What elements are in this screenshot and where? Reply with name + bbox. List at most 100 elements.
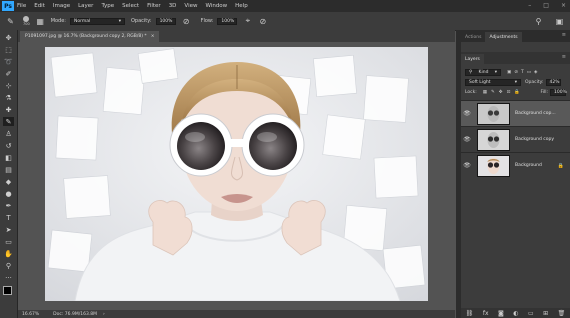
lock-icon[interactable]: 🔒 xyxy=(558,163,564,169)
menu-bar: Ps File Edit Image Layer Type Select Fil… xyxy=(0,0,570,12)
filter-type-icons[interactable]: ▣⊘T▭◈ xyxy=(507,70,540,75)
document-canvas[interactable] xyxy=(45,47,428,301)
type-tool-icon[interactable]: T xyxy=(3,213,14,222)
window-controls: – □ × xyxy=(528,2,566,9)
lock-row: Lock: ▦✎✥⊡🔒 Fill: 100% xyxy=(461,87,570,97)
layer-opacity-label: Opacity: xyxy=(525,79,544,85)
menu-type[interactable]: Type xyxy=(101,3,114,9)
layer-style-icon[interactable]: fx xyxy=(483,310,489,317)
layer-row-background[interactable]: 👁 Background 🔒 xyxy=(461,152,570,178)
layer-row-background-copy-2[interactable]: 👁 Background cop... xyxy=(461,100,570,126)
link-layers-icon[interactable]: ⛓ xyxy=(466,310,474,317)
tab-layers[interactable]: Layers xyxy=(461,54,484,64)
layer-thumbnail xyxy=(477,154,510,177)
layer-opacity-field[interactable]: 42% xyxy=(545,78,561,86)
top-panel-tabs: Actions Adjustments ≡ xyxy=(461,30,570,42)
opacity-field[interactable]: 100% xyxy=(155,17,176,25)
mode-label: Mode: xyxy=(50,18,66,24)
eye-icon[interactable]: 👁 xyxy=(461,136,473,143)
menu-edit[interactable]: Edit xyxy=(34,3,45,9)
blend-row: Soft Light ▾ Opacity: 42% xyxy=(461,77,570,87)
menu-file[interactable]: File xyxy=(17,3,26,9)
hand-tool-icon[interactable]: ✋ xyxy=(3,249,14,258)
mode-select[interactable]: Normal ▾ xyxy=(70,17,125,25)
zoom-tool-icon[interactable]: ⚲ xyxy=(3,261,14,270)
quick-select-tool-icon[interactable]: ✐ xyxy=(3,69,14,78)
menu-select[interactable]: Select xyxy=(122,3,139,9)
color-swatches[interactable] xyxy=(0,285,17,299)
brush-tool-active-icon[interactable]: ✎ xyxy=(3,117,14,126)
search-icon[interactable]: ⚲ xyxy=(534,17,543,26)
menu-help[interactable]: Help xyxy=(235,3,248,9)
close-window-icon[interactable]: × xyxy=(561,2,566,9)
layers-menu-icon[interactable]: ≡ xyxy=(562,54,566,60)
layer-name[interactable]: Background copy xyxy=(515,137,554,142)
menu-window[interactable]: Window xyxy=(205,3,227,9)
menu-view[interactable]: View xyxy=(184,3,197,9)
menu-filter[interactable]: Filter xyxy=(147,3,161,9)
add-mask-icon[interactable]: ◙ xyxy=(498,310,504,317)
pressure-opacity-icon[interactable]: ⊘ xyxy=(182,17,191,26)
adjustment-layer-icon[interactable]: ◐ xyxy=(513,310,518,317)
minimize-icon[interactable]: – xyxy=(528,2,531,9)
airbrush-icon[interactable]: ⌖ xyxy=(243,16,252,26)
dodge-tool-icon[interactable]: ● xyxy=(3,189,14,198)
delete-layer-icon[interactable]: 🗑 xyxy=(558,310,566,317)
path-select-tool-icon[interactable]: ➤ xyxy=(3,225,14,234)
kind-filter-select[interactable]: ⚲ Kind ▾ xyxy=(465,68,501,76)
brush-tool-icon[interactable]: ✎ xyxy=(6,17,15,26)
document-tab-title: P1091097.jpg @ 16.7% (Background copy 2,… xyxy=(25,34,147,39)
tab-actions[interactable]: Actions xyxy=(461,32,485,42)
layer-row-background-copy[interactable]: 👁 Background copy xyxy=(461,126,570,152)
menu-layer[interactable]: Layer xyxy=(78,3,93,9)
brush-preset-picker[interactable]: 700 xyxy=(23,16,30,26)
fill-field[interactable]: 100% xyxy=(550,88,567,96)
marquee-tool-icon[interactable]: ⬚ xyxy=(3,45,14,54)
blend-mode-select[interactable]: Soft Light ▾ xyxy=(465,78,521,86)
crop-tool-icon[interactable]: ⊹ xyxy=(3,81,14,90)
layer-name[interactable]: Background cop... xyxy=(515,111,556,116)
panels-dock: Actions Adjustments ≡ Layers ≡ ⚲ Kind ▾ … xyxy=(461,30,570,318)
chevron-down-icon: ▾ xyxy=(118,18,121,24)
lasso-tool-icon[interactable]: ➰ xyxy=(3,57,14,66)
status-bar: 16.67% Doc: 76.9M/163.8M › xyxy=(18,310,455,318)
eyedropper-tool-icon[interactable]: ⚗ xyxy=(3,93,14,102)
layer-name[interactable]: Background xyxy=(515,163,542,168)
more-tools-icon[interactable]: ··· xyxy=(3,273,14,282)
pen-tool-icon[interactable]: ✒ xyxy=(3,201,14,210)
menu-3d[interactable]: 3D xyxy=(169,3,177,9)
healing-brush-tool-icon[interactable]: ✚ xyxy=(3,105,14,114)
blur-tool-icon[interactable]: ◆ xyxy=(3,177,14,186)
layers-panel-footer: ⛓ fx ◙ ◐ ▭ ⊞ 🗑 xyxy=(461,308,570,318)
eye-icon[interactable]: 👁 xyxy=(461,162,473,169)
tools-panel: ✥ ⬚ ➰ ✐ ⊹ ⚗ ✚ ✎ ♙ ↺ ◧ ▤ ◆ ● ✒ T ➤ ▭ ✋ ⚲ … xyxy=(0,30,18,318)
close-tab-icon[interactable]: × xyxy=(151,34,155,39)
fill-label: Fill: xyxy=(540,89,548,95)
opacity-label: Opacity: xyxy=(131,18,152,24)
foreground-color-swatch[interactable] xyxy=(3,286,12,295)
eraser-tool-icon[interactable]: ◧ xyxy=(3,153,14,162)
zoom-level[interactable]: 16.67% xyxy=(22,312,39,317)
maximize-icon[interactable]: □ xyxy=(543,2,549,9)
history-brush-tool-icon[interactable]: ↺ xyxy=(3,141,14,150)
status-menu-icon[interactable]: › xyxy=(103,312,105,317)
group-icon[interactable]: ▭ xyxy=(528,310,534,317)
document-tab[interactable]: P1091097.jpg @ 16.7% (Background copy 2,… xyxy=(20,31,160,42)
clone-stamp-tool-icon[interactable]: ♙ xyxy=(3,129,14,138)
shape-tool-icon[interactable]: ▭ xyxy=(3,237,14,246)
document-tab-bar: P1091097.jpg @ 16.7% (Background copy 2,… xyxy=(18,30,455,42)
new-layer-icon[interactable]: ⊞ xyxy=(543,310,548,317)
layer-filter-row: ⚲ Kind ▾ ▣⊘T▭◈ xyxy=(461,67,570,77)
lock-label: Lock: xyxy=(465,89,477,95)
workspace-icon[interactable]: ▣ xyxy=(555,17,564,26)
tab-adjustments[interactable]: Adjustments xyxy=(485,32,522,42)
lock-icons[interactable]: ▦✎✥⊡🔒 xyxy=(483,90,524,95)
eye-icon[interactable]: 👁 xyxy=(461,110,473,117)
pressure-size-icon[interactable]: ⊘ xyxy=(258,17,267,26)
brush-panel-icon[interactable]: ▦ xyxy=(36,17,45,26)
move-tool-icon[interactable]: ✥ xyxy=(3,33,14,42)
flow-field[interactable]: 100% xyxy=(217,17,238,25)
panel-menu-icon[interactable]: ≡ xyxy=(562,32,566,38)
menu-image[interactable]: Image xyxy=(53,3,70,9)
gradient-tool-icon[interactable]: ▤ xyxy=(3,165,14,174)
